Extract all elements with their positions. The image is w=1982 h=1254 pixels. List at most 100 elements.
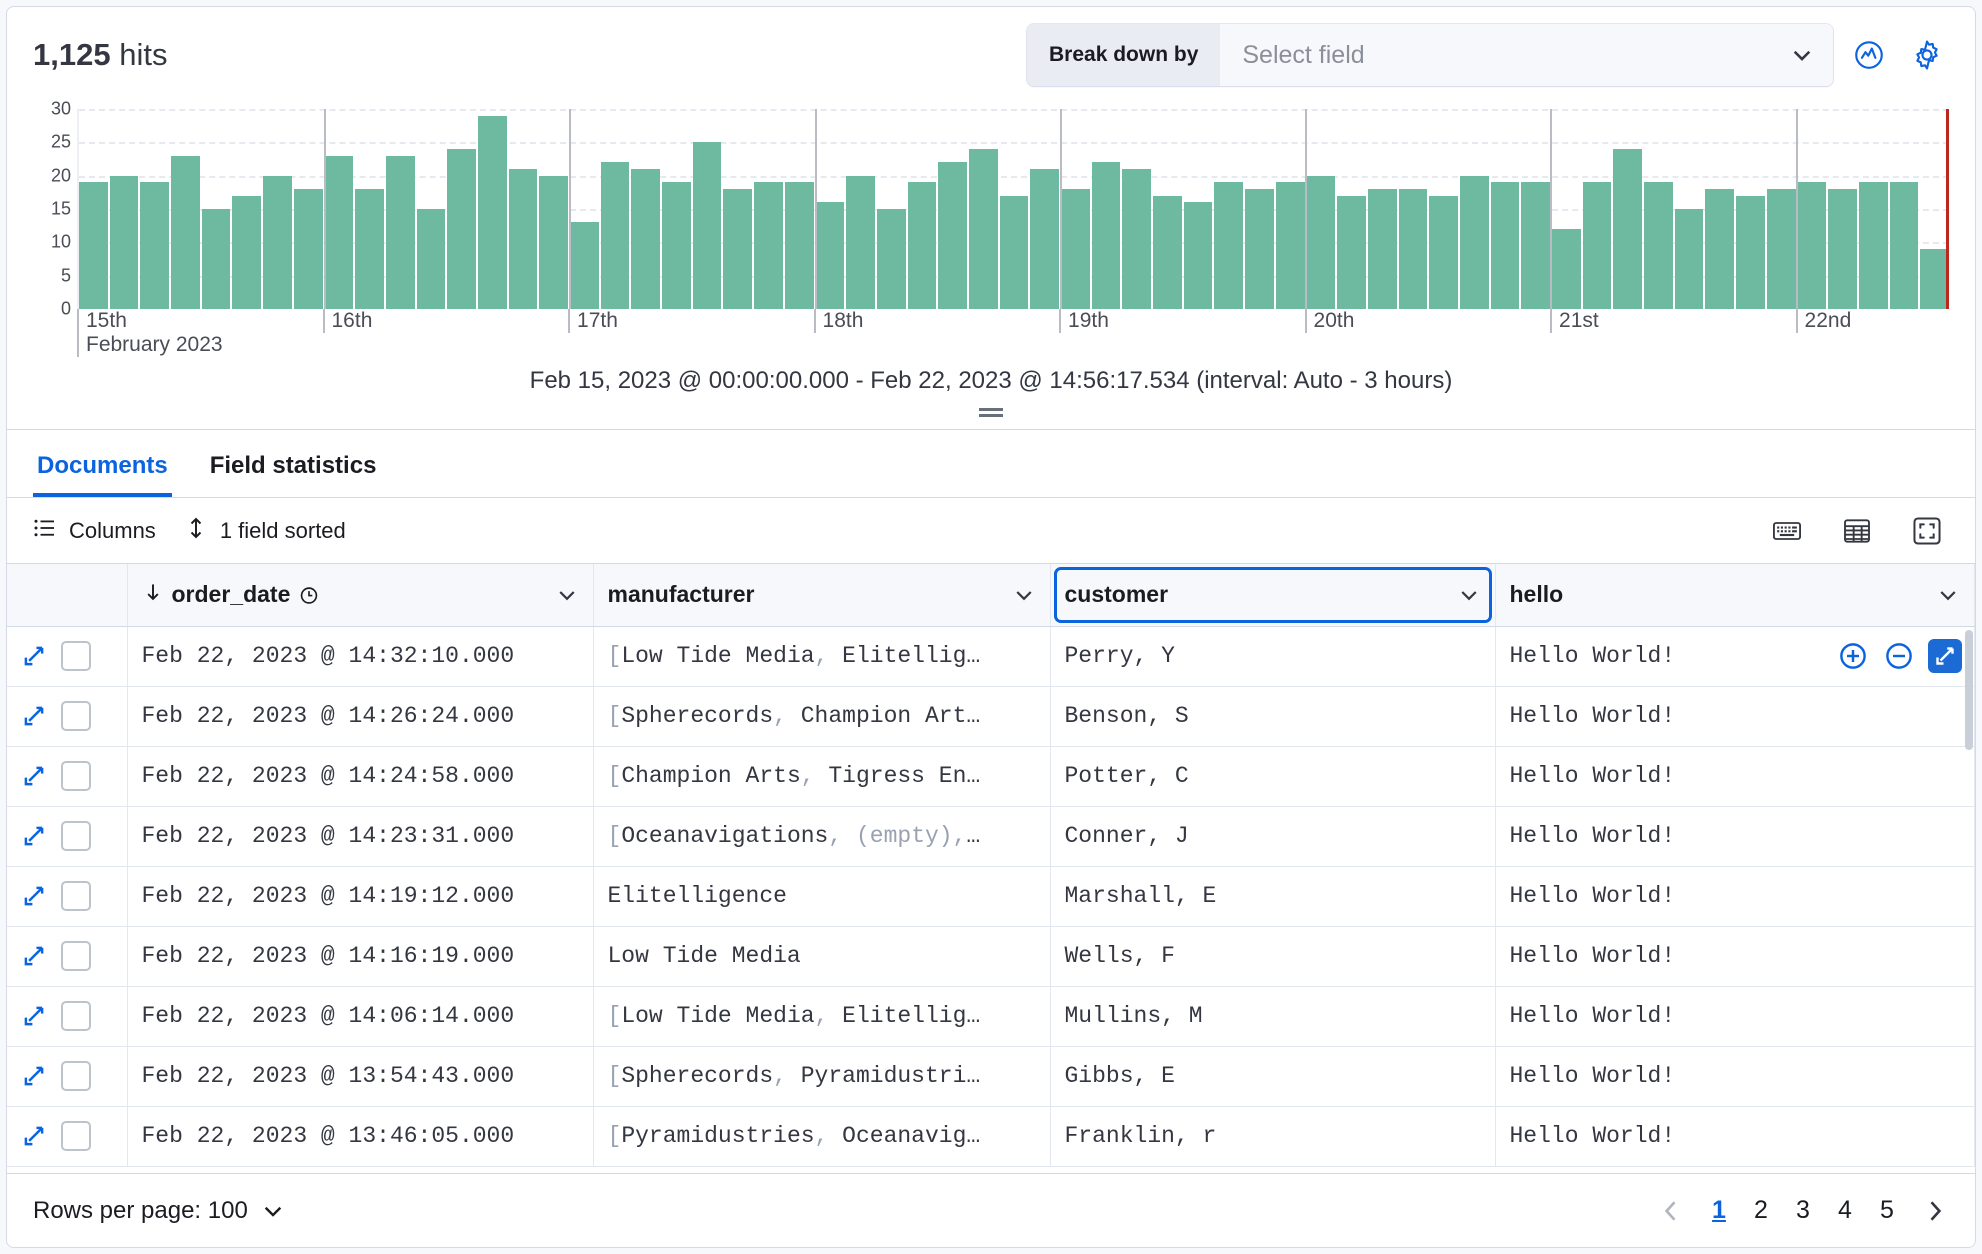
column-header-hello[interactable]: hello [1495, 564, 1975, 627]
gear-icon[interactable] [1905, 33, 1949, 77]
table-row[interactable]: Feb 22, 2023 @ 14:26:24.000 [Spherecords,… [7, 686, 1975, 747]
histogram-bar[interactable] [1705, 189, 1735, 309]
histogram-bar[interactable] [1613, 149, 1643, 309]
fullscreen-icon[interactable] [1905, 509, 1949, 553]
table-row[interactable]: Feb 22, 2023 @ 14:32:10.000 [Low Tide Med… [7, 626, 1975, 687]
expand-row-icon[interactable] [21, 703, 47, 729]
table-row[interactable]: Feb 22, 2023 @ 14:23:31.000 [Oceanavigati… [7, 806, 1975, 867]
row-select-checkbox[interactable] [61, 1001, 91, 1031]
histogram-chart[interactable]: 0 5 10 15 20 25 30 [33, 99, 1949, 319]
cell-hello[interactable]: Hello World! [1495, 866, 1975, 927]
chevron-down-icon[interactable] [1457, 583, 1481, 607]
histogram-bar[interactable] [1766, 189, 1796, 309]
plus-circle-icon[interactable] [1836, 639, 1870, 673]
histogram-bar[interactable] [1490, 182, 1520, 309]
histogram-bar[interactable] [232, 195, 262, 309]
column-header-order-date[interactable]: order_date [127, 564, 594, 627]
histogram-bar[interactable] [1736, 195, 1765, 309]
cell-hello[interactable]: Hello World! [1495, 986, 1975, 1047]
row-select-checkbox[interactable] [61, 821, 91, 851]
histogram-bar[interactable] [1337, 195, 1366, 309]
table-row[interactable]: Feb 22, 2023 @ 13:46:05.000 [Pyramidustri… [7, 1106, 1975, 1167]
histogram-bar[interactable] [846, 175, 875, 309]
rows-per-page-button[interactable]: Rows per page: 100 [33, 1197, 286, 1225]
cell-hello[interactable]: Hello World! [1495, 926, 1975, 987]
histogram-bar[interactable] [815, 202, 845, 309]
histogram-bar[interactable] [447, 149, 476, 309]
histogram-bar[interactable] [416, 209, 446, 309]
table-density-icon[interactable] [1835, 509, 1879, 553]
cell-manufacturer[interactable]: [Pyramidustries, Oceanavig… [593, 1106, 1051, 1167]
histogram-bar[interactable] [1275, 182, 1305, 309]
breakdown-control[interactable]: Break down by Select field [1027, 24, 1833, 86]
chevron-down-icon[interactable] [1936, 583, 1960, 607]
histogram-bar[interactable] [1828, 189, 1857, 309]
expand-row-icon[interactable] [21, 1123, 47, 1149]
page-button-2[interactable]: 2 [1753, 1196, 1769, 1225]
histogram-bar[interactable] [754, 182, 783, 309]
cell-customer[interactable]: Gibbs, E [1050, 1046, 1496, 1107]
chevron-down-icon[interactable] [555, 583, 579, 607]
expand-row-icon[interactable] [21, 763, 47, 789]
cell-customer[interactable]: Franklin, r [1050, 1106, 1496, 1167]
cell-order-date[interactable]: Feb 22, 2023 @ 14:32:10.000 [127, 626, 594, 687]
histogram-bar[interactable] [570, 222, 599, 309]
row-select-checkbox[interactable] [61, 641, 91, 671]
cell-customer[interactable]: Perry, Y [1050, 626, 1496, 687]
cell-customer[interactable]: Potter, C [1050, 746, 1496, 807]
chevron-down-icon[interactable] [1012, 583, 1036, 607]
cell-order-date[interactable]: Feb 22, 2023 @ 14:19:12.000 [127, 866, 594, 927]
histogram-bar[interactable] [1061, 189, 1090, 309]
histogram-bar[interactable] [263, 175, 292, 309]
histogram-bar[interactable] [784, 182, 814, 309]
cell-order-date[interactable]: Feb 22, 2023 @ 14:06:14.000 [127, 986, 594, 1047]
histogram-bar[interactable] [1889, 182, 1919, 309]
cell-manufacturer[interactable]: [Spherecords, Champion Art… [593, 686, 1051, 747]
table-row[interactable]: Feb 22, 2023 @ 14:06:14.000 [Low Tide Med… [7, 986, 1975, 1047]
table-row[interactable]: Feb 22, 2023 @ 14:16:19.000 Low Tide Medi… [7, 926, 1975, 987]
tab-field-statistics[interactable]: Field statistics [206, 452, 381, 497]
histogram-bar[interactable] [140, 182, 170, 309]
row-select-checkbox[interactable] [61, 701, 91, 731]
row-select-checkbox[interactable] [61, 1121, 91, 1151]
histogram-bar[interactable] [1398, 189, 1428, 309]
chart-options-icon[interactable] [1847, 33, 1891, 77]
histogram-bar[interactable] [1797, 182, 1827, 309]
histogram-bar[interactable] [1367, 189, 1397, 309]
histogram-bar[interactable] [1920, 249, 1949, 309]
breakdown-field-select[interactable]: Select field [1220, 24, 1833, 86]
histogram-bar[interactable] [1552, 229, 1581, 309]
cell-customer[interactable]: Wells, F [1050, 926, 1496, 987]
chart-plot-area[interactable] [77, 109, 1949, 309]
histogram-bar[interactable] [79, 182, 108, 309]
histogram-bar[interactable] [1429, 195, 1458, 309]
page-button-5[interactable]: 5 [1879, 1196, 1895, 1225]
expand-cell-icon[interactable] [1928, 639, 1962, 673]
histogram-bar[interactable] [324, 155, 354, 309]
histogram-bar[interactable] [1521, 182, 1550, 309]
cell-hello[interactable]: Hello World! [1495, 1046, 1975, 1107]
cell-hello[interactable]: Hello World! [1495, 746, 1975, 807]
expand-row-icon[interactable] [21, 1063, 47, 1089]
histogram-bar[interactable] [1582, 182, 1612, 309]
histogram-bar[interactable] [1644, 182, 1673, 309]
cell-order-date[interactable]: Feb 22, 2023 @ 14:26:24.000 [127, 686, 594, 747]
histogram-bar[interactable] [477, 115, 507, 309]
histogram-bar[interactable] [355, 189, 384, 309]
expand-row-icon[interactable] [21, 1003, 47, 1029]
cell-hello[interactable]: Hello World! [1495, 1106, 1975, 1167]
histogram-bar[interactable] [999, 195, 1029, 309]
cell-hello[interactable]: Hello World! [1495, 686, 1975, 747]
cell-order-date[interactable]: Feb 22, 2023 @ 14:24:58.000 [127, 746, 594, 807]
page-button-4[interactable]: 4 [1837, 1196, 1853, 1225]
cell-customer[interactable]: Conner, J [1050, 806, 1496, 867]
cell-manufacturer[interactable]: [Low Tide Media, Elitellig… [593, 626, 1051, 687]
page-button-3[interactable]: 3 [1795, 1196, 1811, 1225]
histogram-bar[interactable] [907, 182, 937, 309]
cell-manufacturer[interactable]: [Oceanavigations, (empty),… [593, 806, 1051, 867]
histogram-bar[interactable] [508, 169, 538, 309]
histogram-bar[interactable] [1858, 182, 1888, 309]
histogram-bar[interactable] [1030, 169, 1059, 309]
histogram-bar[interactable] [1459, 175, 1489, 309]
cell-order-date[interactable]: Feb 22, 2023 @ 13:54:43.000 [127, 1046, 594, 1107]
